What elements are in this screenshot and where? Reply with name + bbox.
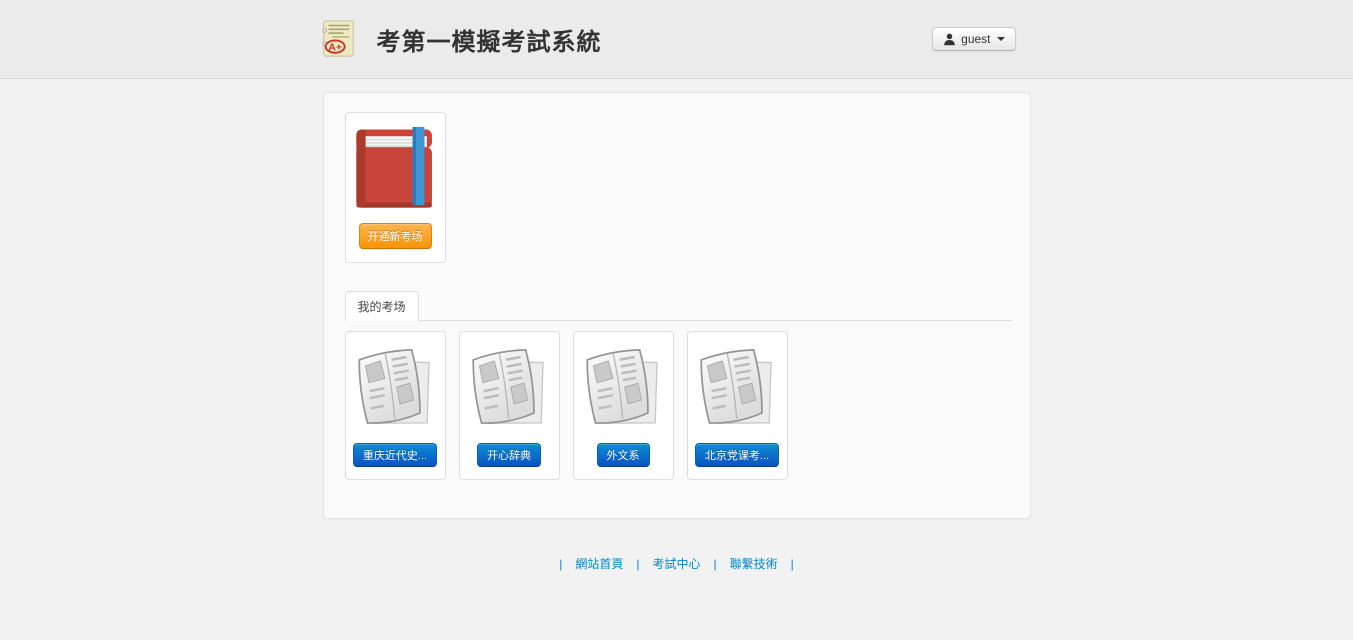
exam-button[interactable]: 开心辞典: [477, 443, 541, 467]
user-icon: [943, 33, 956, 46]
main-panel: 开通新考场 我的考场 重庆近代史... 开心辞典 外文系: [323, 92, 1031, 519]
page-title: 考第一模擬考試系統: [377, 22, 602, 57]
exam-button[interactable]: 北京党课考...: [695, 443, 779, 467]
tab-my-exams[interactable]: 我的考场: [345, 291, 419, 321]
exam-card: 开心辞典: [459, 331, 560, 480]
exam-cards-row: 重庆近代史... 开心辞典 外文系 北京党课考...: [345, 331, 1012, 480]
footer-link-exam-center[interactable]: 考試中心: [652, 555, 700, 572]
newspaper-icon: [351, 345, 439, 431]
user-menu-button[interactable]: guest: [932, 27, 1015, 51]
header-container: A+ 考第一模擬考試系統 guest: [323, 0, 1031, 78]
new-exam-card: 开通新考场: [345, 112, 446, 263]
header: A+ 考第一模擬考試系統 guest: [0, 0, 1353, 79]
exam-card: 重庆近代史...: [345, 331, 446, 480]
exam-button[interactable]: 外文系: [597, 443, 650, 467]
exam-card: 外文系: [573, 331, 674, 480]
footer-separator: |: [636, 557, 639, 571]
open-new-exam-button[interactable]: 开通新考场: [359, 223, 432, 249]
newspaper-icon: [579, 345, 667, 431]
footer-separator: |: [791, 557, 794, 571]
logo-grade-badge: A+: [328, 42, 342, 53]
user-menu-label: guest: [961, 32, 990, 46]
newspaper-icon: [465, 345, 553, 431]
footer-link-contact-tech[interactable]: 聯繫技術: [730, 555, 778, 572]
red-book-icon: [353, 127, 437, 211]
footer-link-home[interactable]: 網站首頁: [575, 555, 623, 572]
exam-button[interactable]: 重庆近代史...: [353, 443, 437, 467]
caret-down-icon: [997, 37, 1005, 41]
footer-separator: |: [714, 557, 717, 571]
footer-separator: |: [559, 557, 562, 571]
newspaper-icon: [693, 345, 781, 431]
tabs-bar: 我的考场: [345, 291, 1012, 321]
app-logo-icon: A+: [319, 19, 357, 59]
exam-card: 北京党课考...: [687, 331, 788, 480]
footer: | 網站首頁 | 考試中心 | 聯繫技術 |: [0, 555, 1353, 572]
